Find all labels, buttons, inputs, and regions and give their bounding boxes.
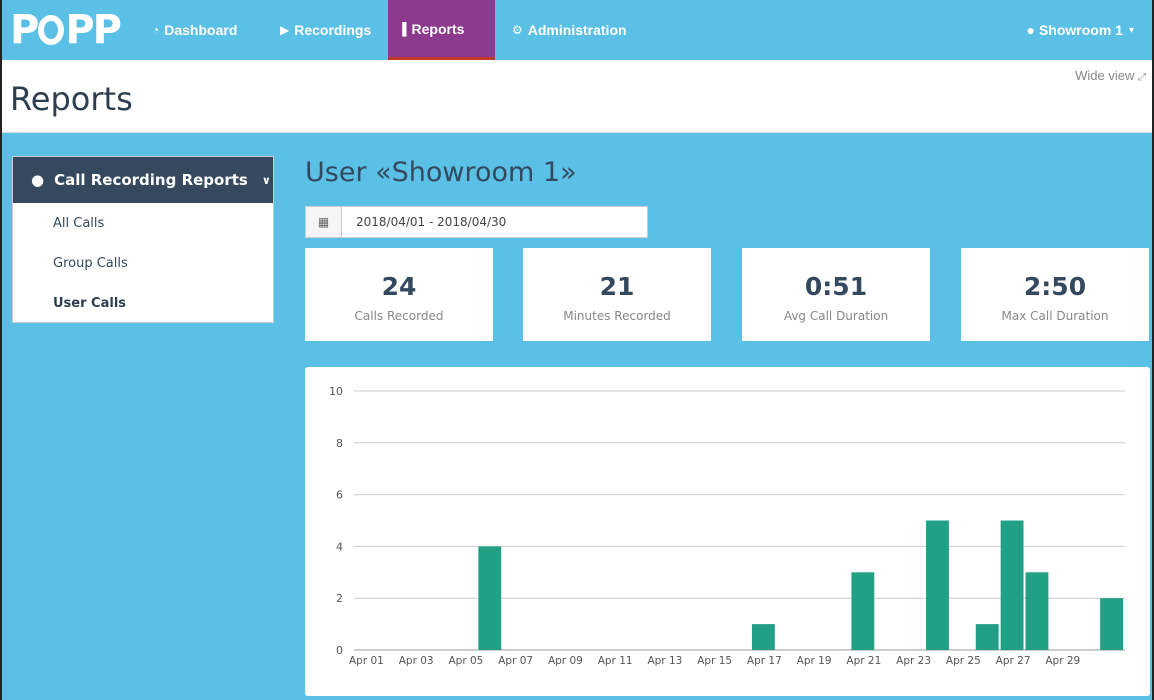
x-tick-label: Apr 13 (647, 655, 682, 667)
chevron-down-icon: ∨ (261, 173, 271, 187)
y-tick-label: 6 (336, 489, 343, 502)
user-icon: ● (31, 171, 45, 189)
stat-label: Max Call Duration (1001, 309, 1109, 323)
top-navbar: PPP ◔ Dashboard ▶ Recordings ▐ Reports ⚙… (2, 0, 1152, 60)
play-icon: ▶ (280, 23, 290, 37)
stat-label: Minutes Recorded (563, 309, 671, 323)
x-tick-label: Apr 21 (846, 655, 881, 667)
caret-down-icon: ▾ (1128, 24, 1134, 36)
stat-label: Calls Recorded (354, 309, 444, 323)
x-tick-label: Apr 25 (946, 655, 981, 667)
page-header: Reports Wide view ⤢ (2, 60, 1152, 133)
nav-reports-label: Reports (411, 20, 465, 37)
date-range-value[interactable]: 2018/04/01 - 2018/04/30 (342, 207, 647, 237)
nav-dashboard-label: Dashboard (164, 22, 238, 38)
bar[interactable] (478, 546, 502, 650)
stat-avg-call-duration: 0:51 Avg Call Duration (742, 248, 930, 341)
sidebar-item-all-calls[interactable]: All Calls (13, 203, 273, 243)
nav-recordings-label: Recordings (294, 22, 372, 38)
stat-minutes-recorded: 21 Minutes Recorded (523, 248, 711, 341)
stat-max-call-duration: 2:50 Max Call Duration (961, 248, 1149, 341)
nav-reports[interactable]: ▐ Reports (388, 0, 495, 60)
bar[interactable] (1100, 598, 1123, 650)
bar[interactable] (1000, 520, 1024, 651)
x-tick-label: Apr 23 (896, 655, 931, 667)
stat-value: 0:51 (804, 272, 868, 301)
bar[interactable] (851, 572, 875, 650)
x-tick-label: Apr 03 (399, 655, 434, 667)
user-icon: ● (1026, 22, 1035, 38)
x-tick-label: Apr 09 (548, 655, 583, 667)
date-range-picker[interactable]: ▦ 2018/04/01 - 2018/04/30 (305, 206, 648, 238)
nav-recordings[interactable]: ▶ Recordings (270, 0, 381, 60)
bar[interactable] (1025, 572, 1049, 650)
stat-calls-recorded: 24 Calls Recorded (305, 248, 493, 341)
x-tick-label: Apr 11 (598, 655, 633, 667)
reports-sidebar: ● Call Recording Reports ∨ All Calls Gro… (12, 156, 274, 323)
user-menu-label: Showroom 1 (1038, 22, 1123, 38)
stat-value: 2:50 (1023, 272, 1087, 301)
popp-logo[interactable]: PPP (10, 7, 122, 53)
x-tick-label: Apr 15 (697, 655, 732, 667)
wide-view-label: Wide view (1075, 68, 1135, 83)
bar[interactable] (926, 520, 949, 651)
gear-icon: ⚙ (512, 23, 523, 37)
nav-administration[interactable]: ⚙ Administration (502, 0, 637, 60)
calendar-icon[interactable]: ▦ (306, 207, 342, 237)
y-tick-label: 0 (336, 644, 343, 657)
bar-chart-icon: ▐ (398, 21, 407, 36)
report-title: User «Showroom 1» (305, 157, 577, 188)
x-tick-label: Apr 17 (747, 655, 782, 667)
x-tick-label: Apr 07 (498, 655, 533, 667)
bar[interactable] (975, 624, 999, 650)
user-menu[interactable]: ● Showroom 1 ▾ (1016, 0, 1144, 60)
dashboard-icon: ◔ (152, 23, 160, 37)
nav-administration-label: Administration (527, 22, 627, 38)
stat-value: 24 (381, 272, 417, 301)
y-tick-label: 8 (336, 437, 343, 450)
expand-icon: ⤢ (1138, 72, 1146, 83)
stat-label: Avg Call Duration (783, 309, 889, 323)
x-tick-label: Apr 27 (996, 655, 1031, 667)
y-tick-label: 4 (336, 540, 343, 553)
x-tick-label: Apr 05 (448, 655, 483, 667)
sidebar-item-group-calls[interactable]: Group Calls (13, 243, 273, 283)
bar[interactable] (751, 624, 775, 650)
y-tick-label: 10 (329, 385, 343, 398)
y-tick-label: 2 (336, 592, 343, 605)
calls-bar-chart: 0 2 4 6 8 10 Apr 01 Apr 03 Apr 05 Apr 07 Apr 09 Apr… (329, 385, 1125, 667)
sidebar-header[interactable]: ● Call Recording Reports ∨ (13, 157, 273, 203)
sidebar-item-user-calls[interactable]: User Calls (13, 283, 273, 323)
x-tick-label: Apr 29 (1045, 655, 1080, 667)
stat-value: 21 (599, 272, 635, 301)
calls-chart-card: 0 2 4 6 8 10 Apr 01 Apr 03 Apr 05 Apr 07 Apr 09 Apr… (305, 367, 1150, 696)
sidebar-header-label: Call Recording Reports (54, 171, 248, 189)
nav-dashboard[interactable]: ◔ Dashboard (142, 0, 247, 60)
x-tick-label: Apr 01 (349, 655, 384, 667)
wide-view-link[interactable]: Wide view ⤢ (1075, 68, 1146, 83)
x-tick-label: Apr 19 (797, 655, 832, 667)
page-title: Reports (10, 80, 133, 118)
